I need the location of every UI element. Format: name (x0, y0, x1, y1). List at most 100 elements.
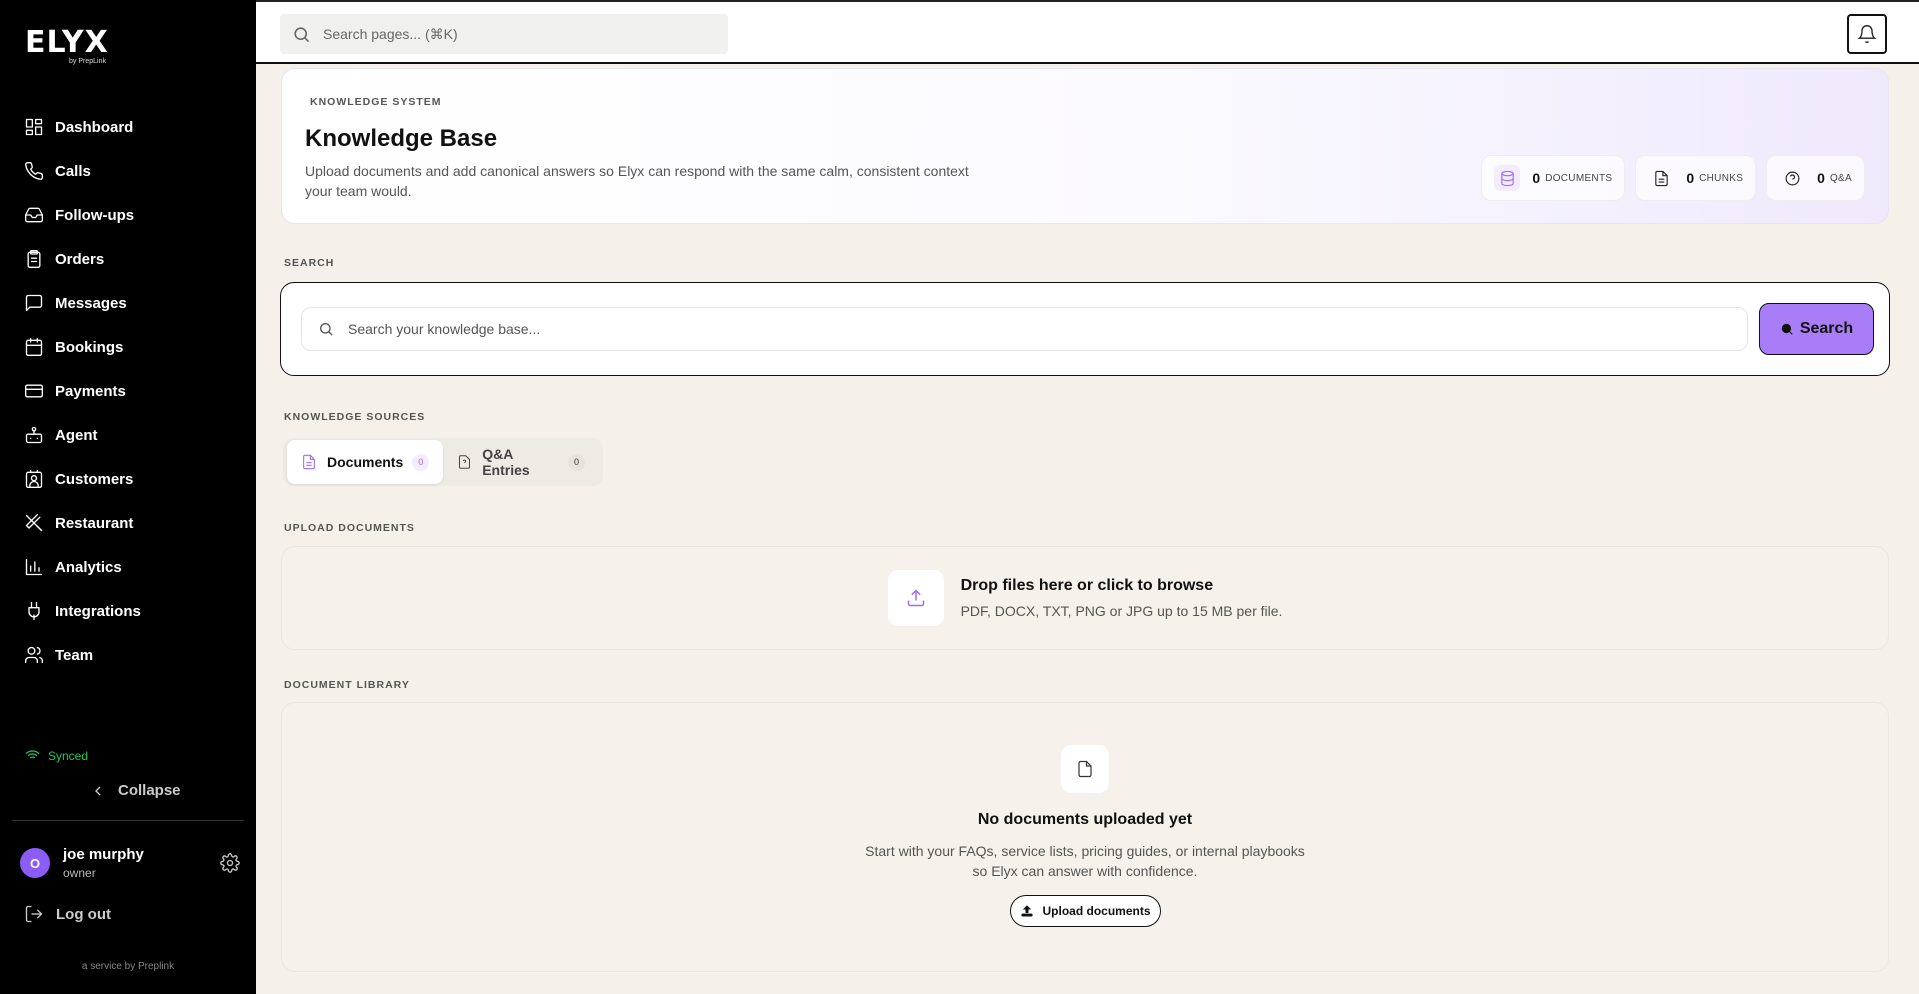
source-tabs: Documents 0 Q&A Entries 0 (283, 438, 603, 486)
collapse-button[interactable]: Collapse (90, 782, 181, 799)
grid-icon (25, 118, 43, 136)
gear-icon (220, 853, 240, 873)
search-icon (1781, 323, 1793, 335)
stat-label: CHUNKS (1699, 172, 1744, 184)
sidebar-item-bookings[interactable]: Bookings (0, 325, 256, 369)
settings-button[interactable] (220, 853, 240, 873)
file-question-icon (459, 455, 471, 469)
tab-documents[interactable]: Documents 0 (287, 440, 444, 484)
chevron-left-icon (95, 786, 101, 795)
main-content: KNOWLEDGE SYSTEM Knowledge Base Upload d… (256, 64, 1919, 994)
page-search-input[interactable] (323, 26, 703, 42)
search-card: Search (280, 282, 1890, 376)
kb-search-input[interactable] (348, 321, 1728, 337)
bot-icon (25, 426, 43, 444)
sidebar-item-orders[interactable]: Orders (0, 237, 256, 281)
tab-count-badge: 0 (412, 453, 430, 471)
logout-button[interactable]: Log out (24, 904, 111, 924)
user-role: owner (63, 866, 96, 880)
sidebar: ELYX by PrepLink Dashboard Calls Follow-… (0, 0, 256, 994)
sidebar-item-follow-ups[interactable]: Follow-ups (0, 193, 256, 237)
sidebar-item-restaurant[interactable]: Restaurant (0, 501, 256, 545)
sidebar-item-agent[interactable]: Agent (0, 413, 256, 457)
bell-icon (1857, 25, 1877, 43)
sidebar-item-analytics[interactable]: Analytics (0, 545, 256, 589)
search-section-label: SEARCH (284, 257, 335, 269)
logo-byline: by PrepLink (69, 58, 106, 65)
sidebar-item-label: Team (55, 646, 94, 664)
service-footer: a service by Preplink (81, 961, 175, 972)
stat-value: 0 (1817, 170, 1825, 186)
sidebar-item-label: Payments (55, 382, 126, 400)
sidebar-item-calls[interactable]: Calls (0, 149, 256, 193)
kb-search[interactable] (301, 307, 1748, 351)
sidebar-item-dashboard[interactable]: Dashboard (0, 105, 256, 149)
utensils-icon (25, 514, 43, 532)
tab-qa-entries[interactable]: Q&A Entries 0 (443, 440, 599, 484)
page-description: Upload documents and add canonical answe… (305, 163, 969, 199)
plug-icon (28, 602, 40, 620)
user-profile[interactable]: O joe murphy owner (20, 846, 240, 880)
calendar-icon (25, 338, 43, 356)
users-icon (25, 646, 44, 664)
sync-status: Synced (25, 748, 88, 763)
help-circle-icon (1779, 165, 1805, 191)
upload-icon (1021, 905, 1034, 917)
upload-dropzone[interactable]: Drop files here or click to browse PDF, … (281, 546, 1889, 650)
empty-state-line: Start with your FAQs, service lists, pri… (865, 843, 1305, 859)
empty-state-title: No documents uploaded yet (977, 811, 1193, 828)
sidebar-divider (12, 820, 244, 821)
sync-status-label: Synced (48, 748, 89, 763)
upload-button-label: Upload documents (1042, 904, 1151, 918)
sidebar-item-label: Follow-ups (55, 206, 135, 224)
stat-value: 0 (1532, 170, 1541, 186)
logo-wordmark: ELYX (25, 25, 109, 60)
search-icon (320, 323, 333, 336)
stat-documents: 0 DOCUMENTS (1481, 155, 1626, 201)
stat-qa: 0 Q&A (1766, 155, 1865, 201)
search-button[interactable]: Search (1759, 303, 1874, 355)
sidebar-nav: Dashboard Calls Follow-ups Orders Messag… (0, 105, 256, 677)
inbox-icon (25, 207, 43, 223)
library-section-label: DOCUMENT LIBRARY (284, 679, 410, 691)
top-bar (256, 0, 1919, 64)
sidebar-item-customers[interactable]: Customers (0, 457, 256, 501)
logout-label: Log out (56, 905, 111, 923)
stat-value: 0 (1686, 170, 1695, 186)
sidebar-item-label: Dashboard (55, 118, 134, 136)
search-button-label: Search (1799, 320, 1854, 337)
credit-card-icon (25, 384, 43, 398)
hero-card: KNOWLEDGE SYSTEM Knowledge Base Upload d… (281, 68, 1889, 224)
empty-state-line: so Elyx can answer with confidence. (972, 863, 1198, 879)
clipboard-icon (27, 250, 41, 268)
notifications-button[interactable] (1847, 14, 1887, 54)
user-name: joe murphy (63, 846, 144, 863)
collapse-label: Collapse (118, 782, 181, 799)
file-text-icon (303, 454, 315, 470)
sidebar-item-label: Bookings (55, 338, 124, 356)
contact-icon (25, 470, 43, 488)
phone-icon (25, 161, 44, 180)
upload-icon (887, 570, 944, 626)
tab-label: Documents (327, 454, 404, 470)
sidebar-item-messages[interactable]: Messages (0, 281, 256, 325)
sidebar-item-team[interactable]: Team (0, 633, 256, 677)
sidebar-item-label: Analytics (55, 558, 122, 576)
bar-chart-icon (25, 558, 43, 576)
sources-section-label: KNOWLEDGE SOURCES (284, 411, 426, 423)
sidebar-item-label: Restaurant (55, 514, 134, 532)
sidebar-item-label: Calls (55, 162, 91, 180)
upload-documents-button[interactable]: Upload documents (1010, 895, 1161, 927)
page-search[interactable] (280, 14, 728, 54)
page-title: Knowledge Base (305, 125, 498, 152)
sidebar-item-payments[interactable]: Payments (0, 369, 256, 413)
sidebar-item-label: Orders (55, 250, 105, 268)
upload-section-label: UPLOAD DOCUMENTS (284, 522, 415, 534)
sidebar-item-integrations[interactable]: Integrations (0, 589, 256, 633)
empty-state-description: Start with your FAQs, service lists, pri… (282, 841, 1888, 881)
wifi-icon (25, 750, 40, 759)
hero-eyebrow: KNOWLEDGE SYSTEM (310, 96, 442, 108)
logo[interactable]: ELYX by PrepLink (25, 25, 109, 66)
document-library: No documents uploaded yet Start with you… (281, 702, 1889, 972)
sidebar-item-label: Integrations (55, 602, 141, 620)
